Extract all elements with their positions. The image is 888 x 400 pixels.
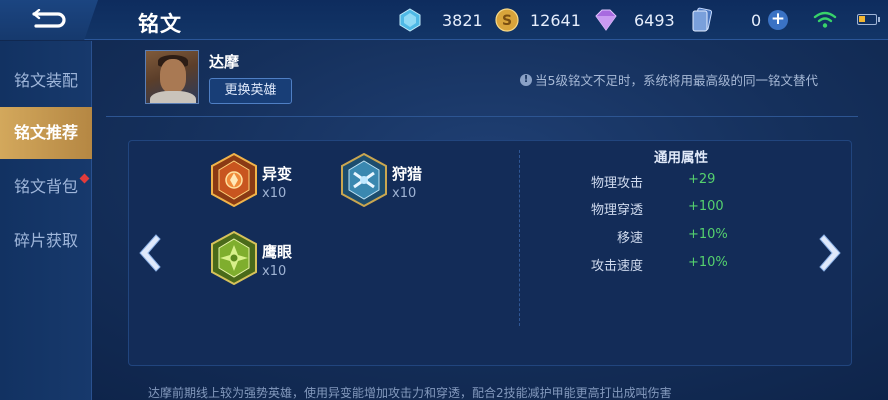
next-arrow-icon[interactable]: [816, 232, 846, 274]
stat-name: 移速: [616, 231, 643, 246]
currency-gold: S: [495, 8, 519, 32]
diamond-count: 3821: [442, 10, 483, 30]
rune-item[interactable]: 狩猎 x10: [340, 153, 470, 213]
stat-name: 攻击速度: [590, 259, 643, 274]
stat-row: 物理攻击 +29: [560, 172, 760, 192]
gold-count: 12641: [530, 10, 581, 30]
divider: [106, 116, 858, 117]
back-button[interactable]: [0, 0, 98, 40]
rune-count: x10: [392, 186, 417, 201]
wifi-icon: [813, 11, 837, 28]
rune-notice: ! 当5级铭文不足时，系统将用最高级的同一铭文替代: [520, 70, 818, 89]
stat-value: +100: [688, 199, 724, 214]
panel-separator: [519, 150, 520, 326]
sidebar-item-rune-bag[interactable]: 铭文背包: [0, 161, 92, 213]
page-title: 铭文: [138, 12, 182, 36]
red-rune-icon: [211, 153, 257, 207]
stat-value: +29: [688, 172, 716, 187]
stat-name: 物理穿透: [590, 203, 643, 218]
rune-item[interactable]: 鹰眼 x10: [210, 231, 340, 291]
rune-name: 异变: [262, 165, 293, 183]
change-hero-button[interactable]: 更换英雄: [209, 78, 292, 104]
rune-count: x10: [262, 186, 287, 201]
prev-arrow-icon[interactable]: [134, 232, 164, 274]
stat-value: +10%: [688, 227, 728, 242]
rune-name: 鹰眼: [262, 243, 293, 261]
sidebar-item-fragment-obtain[interactable]: 碎片获取: [0, 215, 92, 267]
currency-diamond: [398, 8, 422, 32]
stat-row: 物理穿透 +100: [560, 199, 760, 219]
top-bar: 铭文 3821 S 12641 6493 0 +: [0, 0, 888, 40]
currency-crystal: [592, 8, 620, 32]
blue-rune-icon: [341, 153, 387, 207]
rune-item[interactable]: 异变 x10: [210, 153, 340, 213]
info-icon: !: [520, 73, 532, 86]
battery-icon: [857, 14, 880, 25]
card-count: 0: [751, 10, 762, 30]
card-icon: [692, 7, 713, 32]
hero-name: 达摩: [209, 53, 240, 71]
svg-text:S: S: [502, 13, 512, 29]
sidebar-item-rune-recommend[interactable]: 铭文推荐: [0, 107, 92, 159]
add-card-button[interactable]: +: [768, 10, 788, 30]
hero-rune-description: 达摩前期线上较为强势英雄，使用异变能增加攻击力和穿透，配合2技能减护甲能更高打出…: [148, 386, 672, 400]
stat-name: 物理攻击: [590, 176, 643, 191]
hero-avatar[interactable]: [145, 50, 199, 104]
notice-text: 当5级铭文不足时，系统将用最高级的同一铭文替代: [535, 73, 818, 88]
green-rune-icon: [211, 231, 257, 285]
stat-value: +10%: [688, 255, 728, 270]
sidebar-item-rune-equip[interactable]: 铭文装配: [0, 55, 92, 107]
crystal-count: 6493: [634, 10, 675, 30]
gold-coin-icon: S: [495, 8, 519, 32]
currency-card: [690, 7, 714, 32]
rune-count: x10: [262, 264, 287, 279]
rune-name: 狩猎: [392, 165, 423, 183]
stats-title: 通用属性: [654, 150, 708, 166]
stat-row: 移速 +10%: [560, 227, 760, 247]
purple-crystal-icon: [595, 9, 617, 31]
back-arrow-icon: [32, 9, 66, 28]
diamond-icon: [399, 8, 421, 32]
stat-row: 攻击速度 +10%: [560, 255, 760, 275]
sidebar: 铭文装配 铭文推荐 铭文背包 碎片获取: [0, 41, 92, 400]
